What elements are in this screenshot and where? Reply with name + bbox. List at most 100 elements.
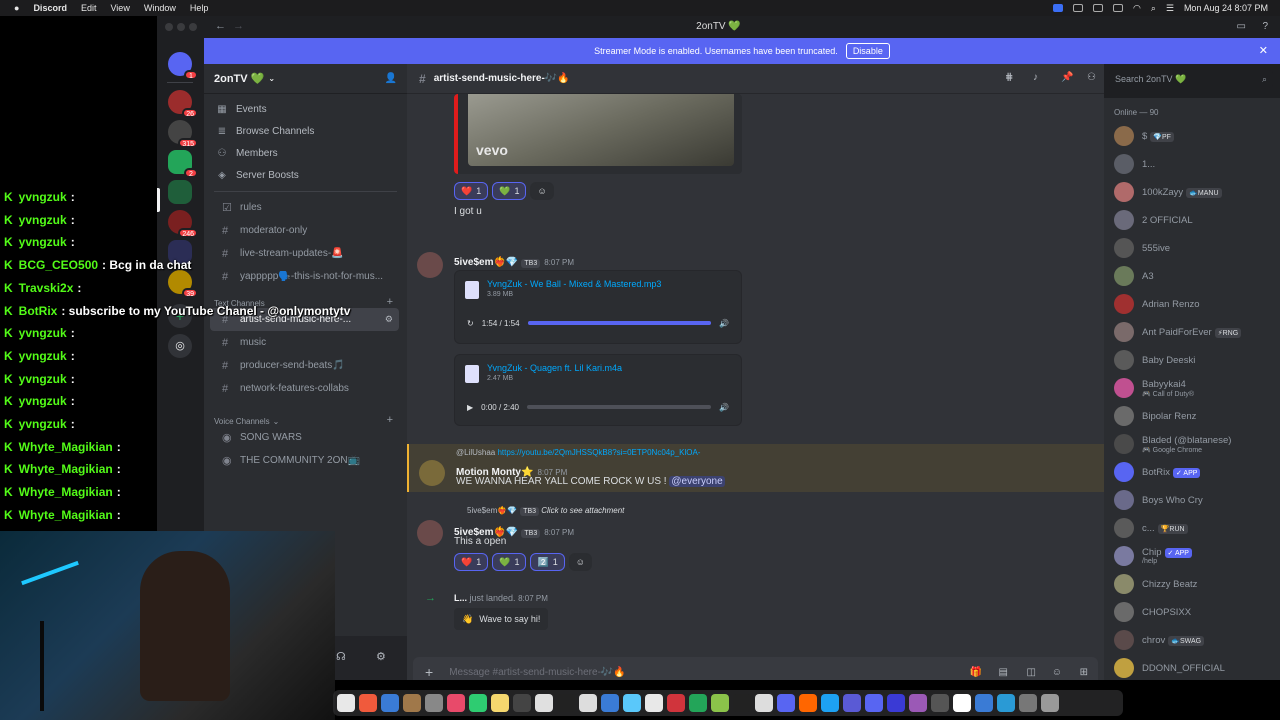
disable-streamer-mode-button[interactable]: Disable: [845, 43, 890, 59]
dock-app-icon[interactable]: [909, 694, 927, 712]
server-icon[interactable]: 246: [168, 210, 198, 238]
member-row[interactable]: CHOPSIXX: [1114, 600, 1274, 624]
control-center-icon[interactable]: ☰: [1166, 3, 1174, 14]
dock-app-icon[interactable]: [843, 694, 861, 712]
dock-app-icon[interactable]: [535, 694, 553, 712]
threads-icon[interactable]: ⋕: [1005, 72, 1013, 83]
menu-view[interactable]: View: [110, 3, 129, 13]
dock-app-icon[interactable]: [491, 694, 509, 712]
server-icon[interactable]: 2: [168, 150, 198, 178]
add-channel-icon[interactable]: +: [387, 414, 393, 426]
nav-browse-channels[interactable]: ≣ Browse Channels: [204, 120, 407, 142]
dock-app-icon[interactable]: [777, 694, 795, 712]
channel-rules[interactable]: ☑ rules: [210, 196, 399, 219]
dock-app-icon[interactable]: [733, 694, 751, 712]
message-author[interactable]: L...: [454, 593, 467, 603]
member-row[interactable]: 1...: [1114, 152, 1274, 176]
dock-app-icon[interactable]: [557, 694, 575, 712]
voice-channels-category[interactable]: Voice Channels ⌄ +: [204, 406, 407, 426]
avatar[interactable]: [419, 460, 445, 486]
dock-app-icon[interactable]: [623, 694, 641, 712]
settings-gear-icon[interactable]: ⚙: [385, 314, 393, 325]
server-icon[interactable]: 39: [168, 270, 198, 298]
dock-app-icon[interactable]: [645, 694, 663, 712]
search-icon[interactable]: ⌕: [1151, 3, 1156, 14]
member-row[interactable]: DDONN_OFFICIAL: [1114, 656, 1274, 680]
dock-app-icon[interactable]: [601, 694, 619, 712]
member-row[interactable]: Chizzy Beatz: [1114, 572, 1274, 596]
member-row[interactable]: 2 OFFICIAL: [1114, 208, 1274, 232]
dock-app-icon[interactable]: [975, 694, 993, 712]
audio-progress-bar[interactable]: [527, 321, 712, 325]
member-row[interactable]: A3: [1114, 264, 1274, 288]
voice-channel-song-wars[interactable]: ◉ SONG WARS: [210, 426, 399, 449]
message-author[interactable]: 5ive$em❤️‍🔥💎: [454, 257, 518, 268]
help-icon[interactable]: ?: [1262, 21, 1268, 32]
close-banner-icon[interactable]: ✕: [1259, 44, 1268, 57]
member-row[interactable]: Adrian Renzo: [1114, 292, 1274, 316]
member-row[interactable]: Bipolar Renz: [1114, 404, 1274, 428]
screen-record-icon[interactable]: [1052, 4, 1063, 12]
server-header[interactable]: 2onTV 💚 ⌄ 👤: [204, 64, 407, 94]
gift-icon[interactable]: 🎁: [970, 667, 982, 678]
volume-icon[interactable]: 🔊: [719, 319, 729, 328]
dock-app-icon[interactable]: [865, 694, 883, 712]
channel-network-features-collabs[interactable]: # network-features-collabs: [210, 377, 399, 400]
member-row[interactable]: c... 🏆RUN: [1114, 516, 1274, 540]
member-list-icon[interactable]: ⚇: [1087, 72, 1096, 83]
reaction-two[interactable]: 2️⃣ 1: [530, 553, 565, 571]
dock-app-icon[interactable]: [711, 694, 729, 712]
dock-app-icon[interactable]: [1019, 694, 1037, 712]
message-input[interactable]: Message #artist-send-music-here-🎶🔥: [449, 667, 626, 678]
menubar-clock[interactable]: Mon Aug 24 8:07 PM: [1184, 3, 1268, 13]
nav-server-boosts[interactable]: ◈ Server Boosts: [204, 164, 407, 186]
status-icon[interactable]: [1092, 4, 1103, 12]
gif-icon[interactable]: ▤: [999, 667, 1008, 678]
reaction-green-heart[interactable]: 💚 1: [492, 553, 527, 571]
dock-app-icon[interactable]: [755, 694, 773, 712]
server-icon[interactable]: 26: [168, 90, 198, 118]
member-row[interactable]: $ 💎PF: [1114, 124, 1274, 148]
dock-app-icon[interactable]: [887, 694, 905, 712]
dock-app-icon[interactable]: [689, 694, 707, 712]
video-thumbnail[interactable]: vevo: [468, 94, 734, 166]
member-row[interactable]: Ant PaidForEver ⚡RNG: [1114, 320, 1274, 344]
dock-app-icon[interactable]: [425, 694, 443, 712]
dock-app-icon[interactable]: [359, 694, 377, 712]
channel-producer-send-beats[interactable]: # producer-send-beats🎵: [210, 354, 399, 377]
reaction-heart[interactable]: ❤️ 1: [454, 553, 489, 571]
apps-icon[interactable]: ⊞: [1080, 667, 1088, 678]
channel-yappppp[interactable]: # yappppp🗣️-this-is-not-for-mus...: [210, 265, 399, 288]
channel-moderator-only[interactable]: # moderator-only: [210, 219, 399, 242]
replay-icon[interactable]: ↻: [467, 319, 474, 328]
member-row[interactable]: Babyykai4 🎮 Call of Duty®: [1114, 376, 1274, 400]
reply-author[interactable]: 5ive$em❤️‍🔥💎: [467, 506, 517, 515]
dock-app-icon[interactable]: [821, 694, 839, 712]
inbox-icon[interactable]: ▭: [1237, 21, 1246, 32]
dock-app-icon[interactable]: [513, 694, 531, 712]
status-icon[interactable]: [1072, 4, 1083, 12]
dock-app-icon[interactable]: [799, 694, 817, 712]
channel-music[interactable]: # music: [210, 331, 399, 354]
play-icon[interactable]: ▶: [467, 403, 473, 412]
sticker-icon[interactable]: ◫: [1027, 667, 1036, 678]
member-row[interactable]: chrov 🐟SWAG: [1114, 628, 1274, 652]
pin-icon[interactable]: 📌: [1061, 72, 1073, 83]
member-row[interactable]: Baby Deeski: [1114, 348, 1274, 372]
battery-icon[interactable]: [1112, 4, 1123, 12]
wave-button[interactable]: 👋 Wave to say hi!: [454, 608, 549, 630]
reply-link[interactable]: https://youtu.be/2QmJHSSQkB8?si=0ETP0Nc0…: [497, 448, 700, 457]
notification-bell-icon[interactable]: ♪: [1033, 72, 1038, 83]
avatar[interactable]: [417, 520, 443, 546]
menu-edit[interactable]: Edit: [81, 3, 97, 13]
direct-messages-icon[interactable]: 1: [168, 52, 198, 80]
add-channel-icon[interactable]: +: [387, 296, 393, 308]
menu-window[interactable]: Window: [144, 3, 176, 13]
menu-app-name[interactable]: Discord: [33, 3, 67, 13]
avatar[interactable]: [417, 252, 443, 278]
dock-app-icon[interactable]: [403, 694, 421, 712]
reaction-heart[interactable]: ❤️ 1: [454, 182, 489, 200]
nav-events[interactable]: ▦ Events: [204, 98, 407, 120]
member-row[interactable]: Boys Who Cry: [1114, 488, 1274, 512]
wifi-icon[interactable]: ◠: [1133, 3, 1141, 14]
